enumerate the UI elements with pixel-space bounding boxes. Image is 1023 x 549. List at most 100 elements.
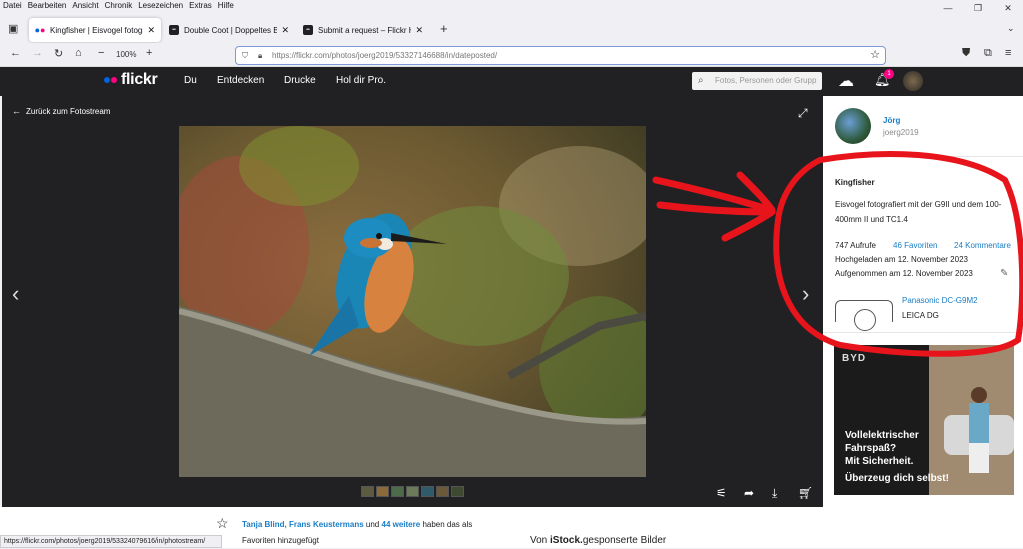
thumbnail[interactable] [406,486,419,497]
close-window-icon[interactable]: ✕ [993,0,1023,16]
thumbnail[interactable] [451,486,464,497]
pocket-icon[interactable]: ⛊ [962,47,970,60]
sponsor-brand[interactable]: iStock. [550,535,583,546]
favorite-star-icon[interactable]: ☆ [216,515,229,532]
reload-icon[interactable]: ↻ [54,47,63,60]
tab-submit-request[interactable]: •• Submit a request – Flickr Help C ✕ [297,18,429,42]
byd-advertisement[interactable]: BYD Vollelektrischer Fahrspaß? Mit Siche… [834,345,1014,495]
kingfisher-photo[interactable] [179,126,646,477]
bookmark-star-icon[interactable]: ☆ [870,47,880,64]
menu-datei[interactable]: Datei [0,0,25,12]
logo-blue-dot [104,77,110,83]
nav-du[interactable]: Du [184,75,197,86]
navigation-bar: ← → ↻ ⌂ − 100% + ⛉ 🔒︎ https://flickr.com… [0,43,1023,67]
nav-drucke[interactable]: Drucke [284,75,316,86]
owner-avatar[interactable] [835,108,871,144]
owner-handle: joerg2019 [883,128,919,137]
camera-lens-icon [854,309,876,331]
back-label: Zurück zum Fotostream [26,107,111,116]
flickr-favicon-icon: ● ● [34,25,46,35]
nav-hol-dir-pro[interactable]: Hol dir Pro. [336,75,386,86]
edit-pencil-icon[interactable]: ✎ [1000,268,1008,279]
cart-icon[interactable]: 🛒︎ [798,486,813,500]
menu-bar: Datei Bearbeiten Ansicht Chronik Lesezei… [0,0,1023,12]
search-icon: ⌕ [698,75,704,86]
lock-icon[interactable]: 🔒︎ [258,47,262,64]
views-count: 747 Aufrufe [835,241,876,250]
photo-description: Eisvogel fotografiert mit der G9II und d… [835,200,1002,224]
thumbnail-strip [361,486,464,497]
thumbnail[interactable] [421,486,434,497]
ad-headline: Vollelektrischer Fahrspaß? Mit Sicherhei… [845,429,919,468]
menu-bearbeiten[interactable]: Bearbeiten [25,0,70,12]
search-input[interactable]: ⌕ Fotos, Personen oder Grupp [692,72,822,90]
zoom-out-icon[interactable]: − [98,47,104,59]
notification-badge: 1 [884,69,894,79]
tab-title: Submit a request – Flickr Help C [318,25,411,35]
thumbnail[interactable] [361,486,374,497]
tab-kingfisher[interactable]: ●● Kingfisher | Eisvogel fotografie ✕ [29,18,161,42]
window-controls: — ❐ ✕ [933,0,1023,16]
flickr-favicon-icon: •• [303,25,313,35]
shield-icon[interactable]: ⛉ [242,47,248,64]
adjust-sliders-icon[interactable]: ⚟ [716,486,727,500]
logo-pink-dot [111,77,117,83]
menu-hilfe[interactable]: Hilfe [215,0,237,12]
ad-cta[interactable]: Überzeug dich selbst! [845,473,949,484]
menu-ansicht[interactable]: Ansicht [69,0,101,12]
photo-title: Kingfisher [835,178,875,187]
tab-title: Double Coot | Doppeltes Blässh [184,25,278,35]
flickr-logo[interactable]: flickr [104,71,158,89]
nav-entdecken[interactable]: Entdecken [217,75,264,86]
menu-lesezeichen[interactable]: Lesezeichen [135,0,186,12]
close-tab-icon[interactable]: ✕ [147,25,155,36]
share-icon[interactable]: ➦ [744,486,754,500]
url-bar[interactable]: ⛉ 🔒︎ https://flickr.com/photos/joerg2019… [235,46,886,65]
favorited-more-link[interactable]: 44 weitere [382,520,421,529]
favorited-by-text: Tanja Blind, Frans Keustermans und 44 we… [242,517,472,549]
ad-brand: BYD [842,353,867,364]
favorites-count[interactable]: 46 Favoriten [893,241,937,250]
back-icon[interactable]: ← [10,47,21,59]
arrow-left-icon: ← [12,106,21,116]
next-photo-icon[interactable]: › [802,281,809,307]
tab-double-coot[interactable]: •• Double Coot | Doppeltes Blässh ✕ [163,18,295,42]
forward-icon[interactable]: → [32,47,43,59]
favorited-by-names[interactable]: Tanja Blind, Frans Keustermans [242,520,364,529]
app-menu-icon[interactable]: ≡ [1005,47,1011,59]
thumbnail[interactable] [436,486,449,497]
restore-icon[interactable]: ❐ [963,0,993,16]
url-host: https://flickr.com [272,51,330,60]
thumbnail[interactable] [376,486,389,497]
previous-photo-icon[interactable]: ‹ [12,281,19,307]
lens-model: LEICA DG [902,311,939,320]
tab-overview-icon[interactable]: ▣ [8,22,18,35]
zoom-level[interactable]: 100% [116,50,136,59]
fullscreen-icon[interactable]: ⤢ [798,106,808,121]
ad-headline-line: Fahrspaß? [845,443,897,454]
divider [823,332,1023,333]
close-tab-icon[interactable]: ✕ [281,25,289,36]
minimize-icon[interactable]: — [933,0,963,16]
tab-title: Kingfisher | Eisvogel fotografie [50,25,143,35]
menu-extras[interactable]: Extras [186,0,215,12]
menu-chronik[interactable]: Chronik [102,0,136,12]
zoom-in-icon[interactable]: + [146,47,152,59]
camera-model[interactable]: Panasonic DC-G9M2 [902,296,978,305]
user-avatar[interactable] [903,71,923,91]
back-to-photostream-link[interactable]: ← Zurück zum Fotostream [12,106,110,116]
home-icon[interactable]: ⌂ [75,47,82,59]
status-url: https://flickr.com/photos/joerg2019/5332… [0,535,222,548]
owner-name[interactable]: Jörg [883,116,900,125]
thumbnail[interactable] [391,486,404,497]
new-tab-icon[interactable]: + [440,21,448,36]
sponsored-images-heading: Von iStock.gesponserte Bilder [530,535,666,546]
search-placeholder: Fotos, Personen oder Grupp [715,76,817,85]
close-tab-icon[interactable]: ✕ [415,25,423,36]
download-icon[interactable]: ⤓ [772,486,777,501]
photo-viewer: ← Zurück zum Fotostream ⤢ ‹ › ⚟ ➦ ⤓ 🛒︎ [2,96,823,507]
extensions-icon[interactable]: ⧉ [984,47,992,60]
tab-list-icon[interactable]: ⌄ [1007,23,1015,34]
comments-count[interactable]: 24 Kommentare [954,241,1011,250]
upload-cloud-icon[interactable]: ☁ [838,71,854,91]
